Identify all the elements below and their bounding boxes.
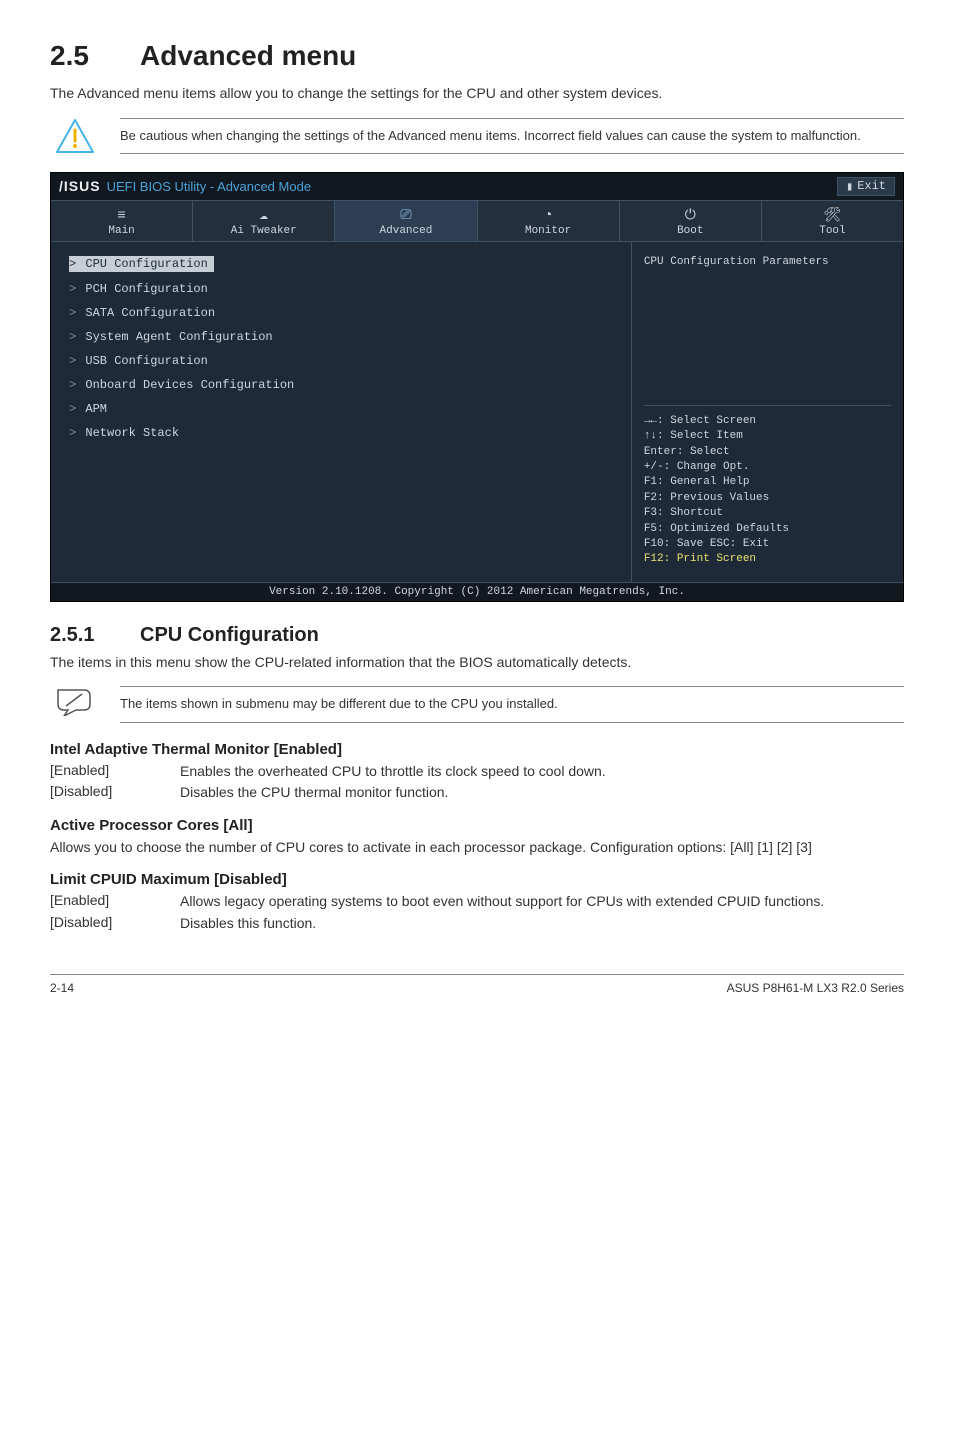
menu-onboard-devices[interactable]: > Onboard Devices Configuration (69, 378, 613, 392)
warning-callout: Be cautious when changing the settings o… (50, 118, 904, 154)
help-key-line: F1: General Help (644, 475, 891, 490)
section-intro: The Advanced menu items allow you to cha… (50, 84, 904, 104)
menu-cpu-configuration[interactable]: > CPU Configuration (69, 256, 214, 272)
gauge-icon: ◔ (478, 207, 619, 225)
warning-text: Be cautious when changing the settings o… (120, 118, 904, 154)
help-key-line: +/-: Change Opt. (644, 460, 891, 475)
option-row: [Enabled] Enables the overheated CPU to … (50, 762, 904, 782)
chevron-right-icon: > (69, 257, 76, 271)
section-heading: 2.5Advanced menu (50, 40, 904, 72)
tool-icon: 🛠 (762, 207, 903, 225)
chevron-right-icon: > (69, 306, 76, 320)
bios-title: UEFI BIOS Utility - Advanced Mode (107, 179, 311, 194)
setting-heading: Active Processor Cores [All] (50, 817, 904, 834)
help-key-line: →←: Select Screen (644, 414, 891, 429)
tab-main[interactable]: ≡ Main (51, 201, 193, 241)
page-footer: 2-14 ASUS P8H61-M LX3 R2.0 Series (50, 974, 904, 995)
chip-icon: ⎚ (335, 207, 476, 225)
option-value: Enables the overheated CPU to throttle i… (180, 762, 904, 782)
chevron-right-icon: > (69, 402, 76, 416)
option-row: [Disabled] Disables the CPU thermal moni… (50, 783, 904, 803)
bios-footer: Version 2.10.1208. Copyright (C) 2012 Am… (51, 582, 903, 601)
tab-tool[interactable]: 🛠 Tool (762, 201, 903, 241)
option-key: [Enabled] (50, 892, 180, 912)
setting-body: Allows you to choose the number of CPU c… (50, 838, 904, 858)
option-key: [Enabled] (50, 762, 180, 782)
setting-heading: Intel Adaptive Thermal Monitor [Enabled] (50, 741, 904, 758)
help-keys: →←: Select Screen ↑↓: Select Item Enter:… (644, 405, 891, 568)
menu-apm[interactable]: > APM (69, 402, 613, 416)
product-name: ASUS P8H61-M LX3 R2.0 Series (727, 981, 904, 995)
chevron-right-icon: > (69, 378, 76, 392)
help-key-line: F2: Previous Values (644, 491, 891, 506)
bios-logo: /ISUS (59, 178, 101, 194)
chevron-right-icon: > (69, 330, 76, 344)
warning-icon (50, 118, 100, 154)
tab-ai-tweaker[interactable]: ☁ Ai Tweaker (193, 201, 335, 241)
subsection-intro: The items in this menu show the CPU-rela… (50, 653, 904, 673)
bios-help-panel: CPU Configuration Parameters →←: Select … (631, 242, 903, 582)
menu-pch-configuration[interactable]: > PCH Configuration (69, 282, 613, 296)
menu-sata-configuration[interactable]: > SATA Configuration (69, 306, 613, 320)
tab-advanced[interactable]: ⎚ Advanced (335, 201, 477, 241)
option-table: [Enabled] Enables the overheated CPU to … (50, 762, 904, 803)
bios-tabs: ≡ Main ☁ Ai Tweaker ⎚ Advanced ◔ Monitor… (51, 200, 903, 242)
option-key: [Disabled] (50, 914, 180, 934)
note-icon (50, 686, 100, 716)
option-value: Allows legacy operating systems to boot … (180, 892, 904, 912)
chevron-right-icon: > (69, 354, 76, 368)
subsection-number: 2.5.1 (50, 624, 140, 647)
exit-icon: ▮ (846, 179, 853, 194)
chevron-right-icon: > (69, 282, 76, 296)
note-text: The items shown in submenu may be differ… (120, 686, 904, 722)
menu-usb-configuration[interactable]: > USB Configuration (69, 354, 613, 368)
option-table: [Enabled] Allows legacy operating system… (50, 892, 904, 933)
page-number: 2-14 (50, 981, 74, 995)
help-title: CPU Configuration Parameters (644, 256, 891, 268)
section-title: Advanced menu (140, 40, 356, 71)
tab-boot[interactable]: ⏻ Boot (620, 201, 762, 241)
option-row: [Enabled] Allows legacy operating system… (50, 892, 904, 912)
help-key-line: Enter: Select (644, 445, 891, 460)
help-key-line: ↑↓: Select Item (644, 429, 891, 444)
help-key-line: F5: Optimized Defaults (644, 522, 891, 537)
chevron-right-icon: > (69, 426, 76, 440)
menu-network-stack[interactable]: > Network Stack (69, 426, 613, 440)
option-row: [Disabled] Disables this function. (50, 914, 904, 934)
tab-monitor[interactable]: ◔ Monitor (478, 201, 620, 241)
help-key-line-highlight: F12: Print Screen (644, 552, 891, 567)
option-value: Disables this function. (180, 914, 904, 934)
setting-heading: Limit CPUID Maximum [Disabled] (50, 871, 904, 888)
bios-menu-panel: > CPU Configuration > PCH Configuration … (51, 242, 631, 582)
exit-button[interactable]: ▮ Exit (837, 177, 895, 196)
help-key-line: F3: Shortcut (644, 506, 891, 521)
exit-label: Exit (857, 179, 886, 193)
subsection-heading: 2.5.1CPU Configuration (50, 624, 904, 647)
option-value: Disables the CPU thermal monitor functio… (180, 783, 904, 803)
power-icon: ⏻ (620, 207, 761, 225)
subsection-title: CPU Configuration (140, 624, 319, 646)
option-key: [Disabled] (50, 783, 180, 803)
help-key-line: F10: Save ESC: Exit (644, 537, 891, 552)
bios-titlebar: /ISUS UEFI BIOS Utility - Advanced Mode … (51, 173, 903, 200)
note-callout: The items shown in submenu may be differ… (50, 686, 904, 722)
section-number: 2.5 (50, 40, 140, 72)
menu-system-agent-configuration[interactable]: > System Agent Configuration (69, 330, 613, 344)
bios-screenshot: /ISUS UEFI BIOS Utility - Advanced Mode … (50, 172, 904, 602)
cloud-icon: ☁ (193, 207, 334, 225)
list-icon: ≡ (51, 207, 192, 225)
